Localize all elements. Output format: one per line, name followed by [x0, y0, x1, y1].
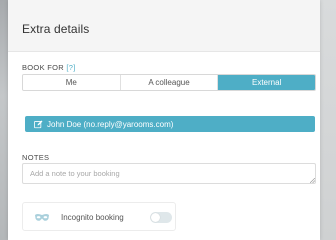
incognito-toggle[interactable]: [150, 212, 172, 223]
book-for-option-external[interactable]: External: [218, 75, 315, 90]
resize-handle-icon[interactable]: [310, 178, 315, 183]
dialog-header: Extra details: [8, 0, 320, 52]
backdrop-right: [320, 0, 336, 240]
external-person-button[interactable]: John Doe (no.reply@yarooms.com): [25, 116, 315, 132]
book-for-label-text: BOOK FOR: [22, 63, 64, 72]
edit-icon: [34, 120, 43, 128]
incognito-panel: Incognito booking: [22, 202, 176, 231]
book-for-option-me[interactable]: Me: [23, 75, 121, 90]
notes-label: NOTES: [22, 153, 50, 162]
dialog-title: Extra details: [22, 22, 90, 36]
book-for-help-link[interactable]: [?]: [66, 63, 75, 72]
backdrop-left: [0, 0, 8, 240]
toggle-knob: [151, 213, 160, 222]
book-for-option-colleague[interactable]: A colleague: [120, 75, 219, 90]
book-for-selector: Me A colleague External: [22, 74, 316, 91]
notes-textarea[interactable]: [22, 163, 316, 184]
extra-details-dialog: Extra details BOOK FOR [?] Me A colleagu…: [8, 0, 320, 240]
incognito-label: Incognito booking: [61, 213, 124, 222]
book-for-label: BOOK FOR [?]: [22, 63, 76, 72]
external-person-label: John Doe (no.reply@yarooms.com): [47, 119, 174, 129]
mask-icon: [35, 214, 49, 221]
